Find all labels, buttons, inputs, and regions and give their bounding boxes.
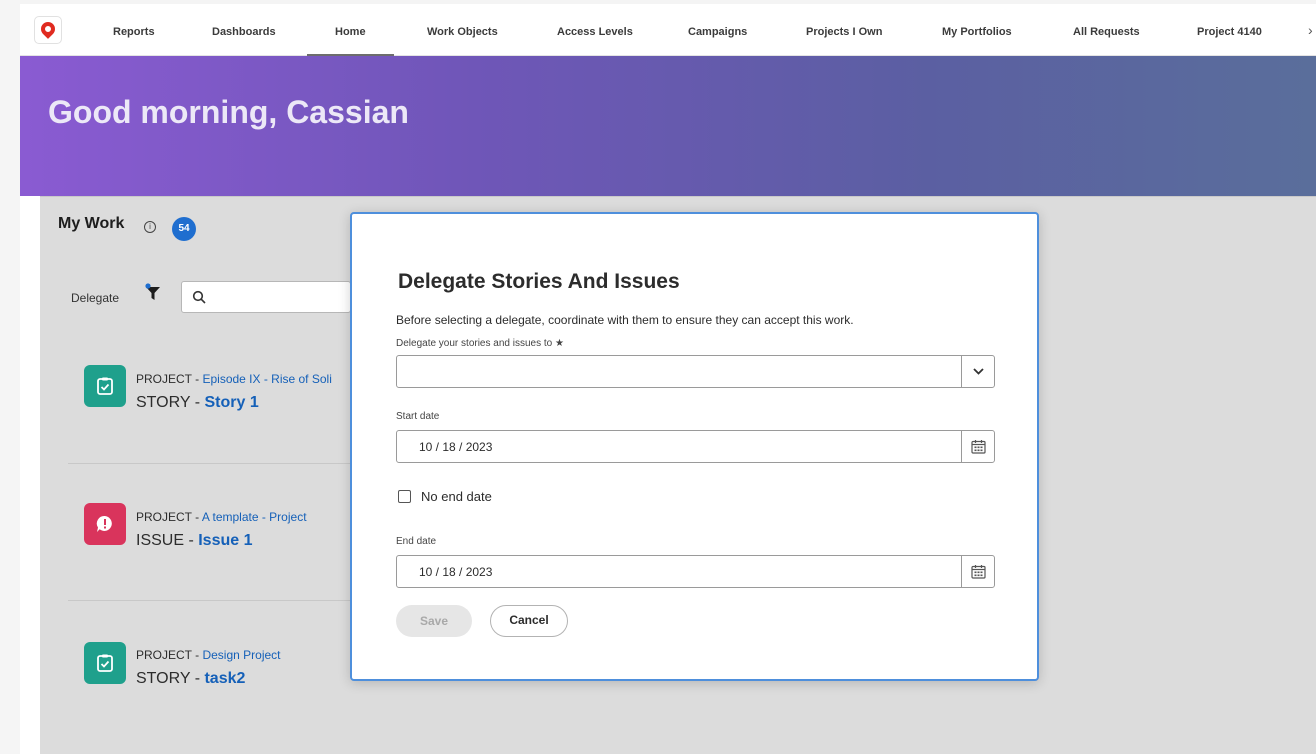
nav-item-dashboards[interactable]: Dashboards [212,4,276,56]
cancel-button[interactable]: Cancel [490,605,568,637]
no-end-date-checkbox[interactable] [398,490,411,503]
start-date-label: Start date [396,411,440,422]
item-project-link[interactable]: Design Project [202,648,280,662]
item-kind-label: ISSUE [136,532,185,549]
delegate-label: Delegate [71,291,120,305]
item-name-link[interactable]: Story 1 [204,394,258,411]
list-divider [68,463,368,464]
item-type-label: PROJECT [136,648,192,662]
nav-item-campaigns[interactable]: Campaigns [688,4,747,56]
list-item[interactable]: PROJECT - A template - Project ISSUE - I… [68,463,368,583]
search-input[interactable] [181,281,351,313]
list-divider [68,600,368,601]
my-work-title: My Work [58,215,125,232]
item-project-link[interactable]: Episode IX - Rise of Soli [202,372,331,386]
nav-item-all-requests[interactable]: All Requests [1073,4,1140,56]
top-nav: Reports Dashboards Home Work Objects Acc… [20,4,1316,56]
item-name-link[interactable]: Issue 1 [198,532,252,549]
nav-item-work-objects[interactable]: Work Objects [427,4,498,56]
work-count-badge: 54 [172,217,196,241]
chevron-down-icon [973,368,984,375]
save-button[interactable]: Save [396,605,472,637]
list-item[interactable]: PROJECT - Design Project STORY - task2 [68,600,368,720]
nav-item-project-4140[interactable]: Project 4140 [1197,4,1262,56]
app-logo-icon[interactable] [34,16,62,44]
item-project-link[interactable]: A template - Project [202,510,307,524]
search-icon [192,290,206,304]
info-icon[interactable]: i [144,221,156,233]
nav-overflow-icon[interactable]: › [1308,4,1316,56]
start-date-field[interactable]: 10 / 18 / 2023 [396,430,995,463]
nav-item-my-portfolios[interactable]: My Portfolios [942,4,1012,56]
start-date-value: 10 / 18 / 2023 [419,440,493,454]
issue-icon [84,503,126,545]
item-name-line: ISSUE - Issue 1 [136,532,253,549]
end-date-label: End date [396,536,437,547]
end-date-field[interactable]: 10 / 18 / 2023 [396,555,995,588]
delegate-dialog: Delegate Stories And Issues Before selec… [350,212,1039,681]
story-icon [84,642,126,684]
item-kind-label: STORY [136,394,191,411]
nav-item-home[interactable]: Home [307,4,394,56]
no-end-date-label[interactable]: No end date [421,489,492,504]
dialog-description: Before selecting a delegate, coordinate … [396,313,854,327]
nav-item-projects-i-own[interactable]: Projects I Own [806,4,882,56]
dialog-title: Delegate Stories And Issues [398,270,680,293]
greeting-heading: Good morning, Cassian [48,94,409,130]
item-kind-label: STORY [136,670,191,687]
nav-item-reports[interactable]: Reports [113,4,155,56]
dropdown-toggle[interactable] [961,356,994,387]
end-date-picker-button[interactable] [961,556,994,587]
item-project-line: PROJECT - Design Project [136,648,281,662]
filter-icon[interactable] [145,283,161,303]
start-date-picker-button[interactable] [961,431,994,462]
delegate-field-label: Delegate your stories and issues to ★ [396,338,564,349]
calendar-icon [971,565,986,579]
hero-banner: Good morning, Cassian [20,56,1316,196]
item-name-line: STORY - Story 1 [136,394,259,411]
item-name-link[interactable]: task2 [204,670,245,687]
delegate-select[interactable] [396,355,995,388]
story-icon [84,365,126,407]
item-type-label: PROJECT [136,510,192,524]
end-date-value: 10 / 18 / 2023 [419,565,493,579]
window-gutter [0,0,20,754]
calendar-icon [971,440,986,454]
item-project-line: PROJECT - A template - Project [136,510,307,524]
item-project-line: PROJECT - Episode IX - Rise of Soli [136,372,332,386]
item-name-line: STORY - task2 [136,670,246,687]
item-type-label: PROJECT [136,372,192,386]
list-item[interactable]: PROJECT - Episode IX - Rise of Soli STOR… [68,337,348,457]
nav-item-access-levels[interactable]: Access Levels [557,4,633,56]
